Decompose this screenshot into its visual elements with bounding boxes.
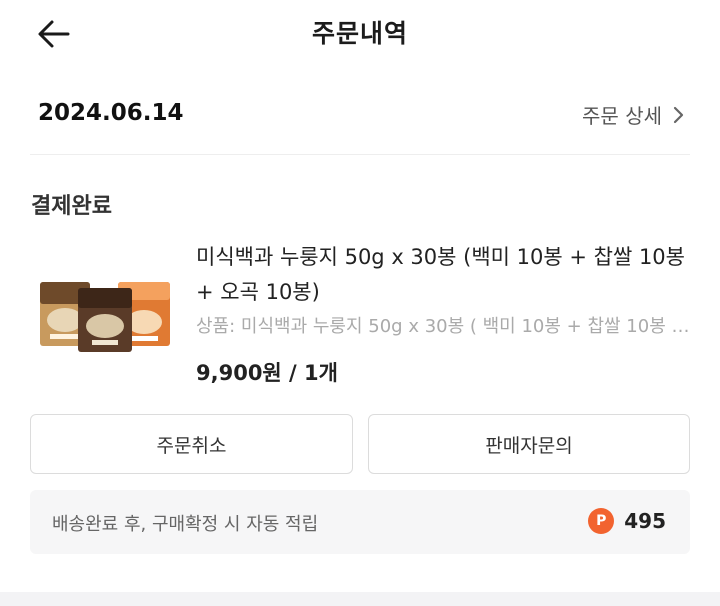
section-separator	[0, 592, 720, 606]
seller-inquiry-button[interactable]: 판매자문의	[368, 414, 690, 474]
product-price-quantity: 9,900원 / 1개	[196, 361, 338, 385]
points-amount: 495	[624, 509, 666, 533]
cancel-order-button[interactable]: 주문취소	[30, 414, 353, 474]
points-amount-group: P 495	[588, 508, 666, 534]
page-title: 주문내역	[311, 19, 408, 48]
divider	[30, 154, 690, 155]
order-date: 2024.06.14	[38, 100, 184, 126]
package-center	[78, 288, 132, 352]
order-date-row: 2024.06.14 주문 상세	[0, 88, 720, 144]
order-status: 결제완료	[31, 194, 112, 219]
header: 주문내역	[0, 0, 720, 66]
point-icon: P	[588, 508, 615, 534]
order-detail-link[interactable]: 주문 상세	[582, 100, 686, 129]
points-info-box: 배송완료 후, 구매확정 시 자동 적립 P 495	[30, 490, 690, 554]
points-description: 배송완료 후, 구매확정 시 자동 적립	[52, 514, 319, 535]
product-option: 상품: 미식백과 누룽지 50g x 30봉 ( 백미 10봉 + 찹쌀 10봉…	[196, 316, 692, 337]
product-image[interactable]	[38, 272, 172, 354]
product-name[interactable]: 미식백과 누룽지 50g x 30봉 (백미 10봉 + 찹쌀 10봉 + 오곡…	[196, 240, 696, 310]
chevron-right-icon	[673, 106, 684, 123]
order-detail-label: 주문 상세	[582, 104, 662, 128]
